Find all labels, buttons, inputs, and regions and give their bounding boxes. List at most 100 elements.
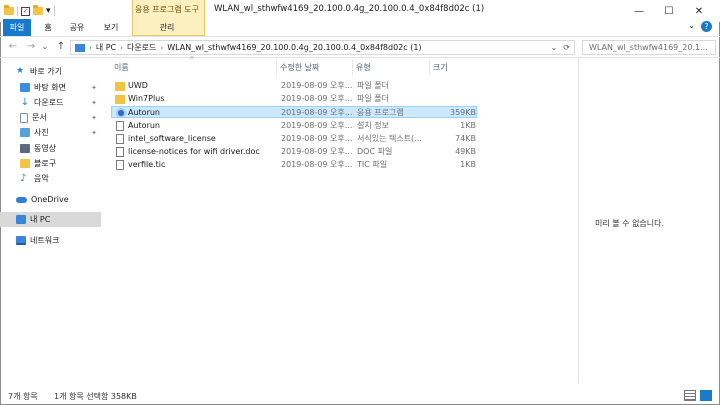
sidebar-item-downloads[interactable]: ↓ 다운로드 ✦ [0,95,101,110]
folder-icon [115,82,125,91]
large-icons-view-icon[interactable] [700,390,712,401]
file-row[interactable]: verfile.tic 2019-08-09 오후... TIC 파일 1KB [111,159,477,171]
file-list: ^ 이름 수정한 날짜 유형 크기 UWD 2019-08-09 오후... 파… [106,56,578,383]
column-separator [429,60,430,75]
properties-icon[interactable]: ✓ [21,6,30,16]
setup-info-icon [116,121,124,131]
folder-icon [115,95,125,104]
file-date: 2019-08-09 오후... [281,160,353,169]
video-icon [20,144,30,153]
file-size [431,93,476,105]
sidebar-item-documents[interactable]: 문서 ✦ [0,110,101,125]
column-header-name[interactable]: 이름 [114,60,274,75]
file-date: 2019-08-09 오후... [281,108,353,117]
file-size: 74KB [455,134,476,143]
selection-info: 1개 항목 선택함 358KB [54,392,137,401]
recent-locations-button[interactable]: ⌄ [40,40,50,54]
address-dropdown-icon[interactable]: ⌄ [551,43,558,52]
pin-icon[interactable]: ✦ [91,99,97,107]
doc-file-icon [116,147,124,157]
file-date: 2019-08-09 오후... [281,121,353,130]
breadcrumb-separator: › [89,43,92,52]
address-bar[interactable]: › 내 PC › 다운로드 › WLAN_wl_sthwfw4169_20.10… [70,40,575,55]
sidebar-item-label: 네트워크 [30,236,60,245]
file-type: 파일 폴더 [357,94,389,103]
customize-toolbar-icon[interactable]: ▾ [46,6,51,16]
sidebar-item-desktop[interactable]: 바탕 화면 ✦ [0,80,101,95]
file-row[interactable]: UWD 2019-08-09 오후... 파일 폴더 [111,80,477,92]
context-group-title: 응용 프로그램 도구 [135,5,199,14]
new-folder-icon[interactable] [33,5,43,15]
sidebar-item-label: 블로구 [34,159,57,168]
file-size: 1KB [460,121,476,130]
file-name: verfile.tic [128,160,166,169]
file-name: Win7Plus [128,94,165,103]
sidebar-item-music[interactable]: ♪ 음악 [0,171,101,186]
ribbon-tabs: 파일 홈 공유 보기 관리 [0,19,720,36]
refresh-icon[interactable]: ⟳ [563,43,570,52]
tab-home[interactable]: 홈 [38,19,58,36]
tab-view[interactable]: 보기 [99,19,123,36]
file-row-selected[interactable]: Autorun 2019-08-09 오후... 응용 프로그램 359KB [111,106,477,118]
sidebar-item-network[interactable]: 네트워크 [0,233,101,248]
pin-icon[interactable]: ✦ [91,129,97,137]
download-icon: ↓ [20,97,30,108]
tab-file[interactable]: 파일 [3,19,31,36]
file-row[interactable]: intel_software_license 2019-08-09 오후... … [111,133,477,145]
file-type: 설치 정보 [357,121,389,130]
help-icon[interactable]: ? [701,21,712,32]
sidebar-item-quick-access[interactable]: ★ 바로 가기 [0,64,101,79]
breadcrumb-downloads[interactable]: 다운로드 [127,42,156,53]
computer-icon [16,215,26,224]
pin-icon[interactable]: ✦ [91,84,97,92]
file-row[interactable]: license-notices for wifi driver.doc 2019… [111,146,477,158]
sidebar-item-label: 바탕 화면 [34,83,66,92]
sidebar-item-onedrive[interactable]: OneDrive [0,192,101,207]
file-date: 2019-08-09 오후... [281,81,353,90]
sidebar-item-label: 사진 [34,128,49,137]
file-row[interactable]: Win7Plus 2019-08-09 오후... 파일 폴더 [111,93,477,105]
ribbon-controls: ⌄ ? [688,21,712,32]
folder-icon [4,5,14,15]
toolbar-separator [53,6,55,16]
preview-divider[interactable] [578,58,579,383]
column-header-date[interactable]: 수정한 날짜 [280,60,352,75]
sidebar-item-label: 내 PC [30,215,51,224]
column-separator [276,60,277,75]
sidebar-item-label: 음악 [34,174,49,183]
file-date: 2019-08-09 오후... [281,134,353,143]
up-button[interactable]: ↑ [54,40,68,54]
pictures-icon [20,128,30,137]
back-button[interactable]: ← [6,40,20,54]
breadcrumb-separator: › [160,43,164,52]
music-icon: ♪ [20,173,27,184]
details-view-icon[interactable] [684,390,696,401]
file-row[interactable]: Autorun 2019-08-09 오후... 설치 정보 1KB [111,120,477,132]
star-icon: ★ [16,66,25,76]
preview-empty-message: 미리 볼 수 없습니다. [595,219,665,228]
tab-share[interactable]: 공유 [64,19,90,36]
pin-icon[interactable]: ✦ [91,114,97,122]
sidebar-item-this-pc[interactable]: 내 PC [0,212,101,227]
breadcrumb-current-folder[interactable]: WLAN_wl_sthwfw4169_20.100.0.4g_20.100.0.… [167,43,421,52]
sidebar-item-pictures[interactable]: 사진 ✦ [0,125,101,140]
file-type: 서식있는 텍스트(... [357,134,422,143]
column-header-size[interactable]: 크기 [433,60,478,75]
computer-icon [75,43,85,52]
search-input[interactable]: WLAN_wl_sthwfw4169_20.1... [582,40,716,55]
navigation-bar: ← → ⌄ ↑ › 내 PC › 다운로드 › WLAN_wl_sthwfw41… [0,36,720,58]
sidebar-item-label: 동영상 [34,144,57,153]
file-date: 2019-08-09 오후... [281,94,353,103]
chevron-down-icon[interactable]: ⌄ [688,21,695,32]
item-count: 7개 항목 [8,392,38,401]
breadcrumb-this-pc[interactable]: 내 PC [96,42,116,53]
sidebar-item-videos[interactable]: 동영상 [0,141,101,156]
tab-manage[interactable]: 관리 [150,19,184,36]
forward-button[interactable]: → [24,40,38,54]
file-size: 1KB [460,160,476,169]
rich-text-icon [116,134,124,144]
column-header-type[interactable]: 유형 [356,60,428,75]
column-separator [352,60,353,75]
sidebar-item-blog-folder[interactable]: 블로구 [0,156,101,171]
address-actions: ⌄ ⟳ [551,41,570,54]
